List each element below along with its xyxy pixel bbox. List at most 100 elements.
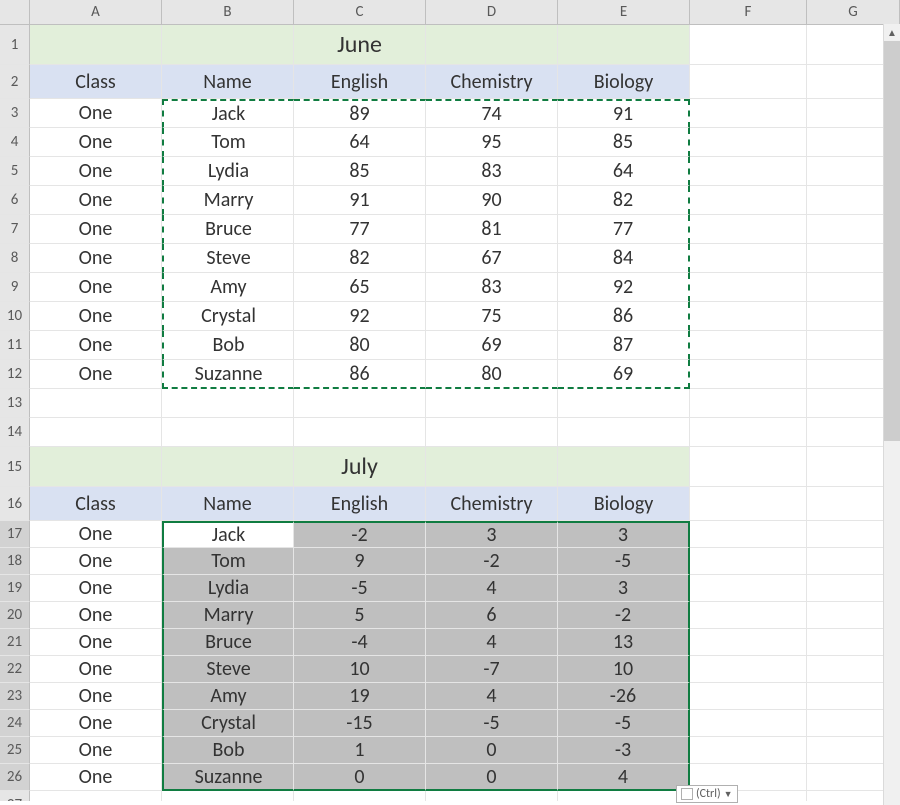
cell-C15-july-title[interactable]: July	[294, 447, 426, 487]
cell-D10[interactable]: 75	[426, 302, 558, 331]
row-header-10[interactable]: 10	[0, 302, 30, 331]
cell-B14[interactable]	[162, 418, 294, 447]
cell-E26[interactable]: 4	[558, 764, 690, 791]
row-header-18[interactable]: 18	[0, 548, 30, 575]
cell-D26[interactable]: 0	[426, 764, 558, 791]
cell-E17[interactable]: 3	[558, 521, 690, 548]
cell-A13[interactable]	[30, 389, 162, 418]
cell-E3[interactable]: 91	[558, 99, 690, 128]
cell-D6[interactable]: 90	[426, 186, 558, 215]
cell-F4[interactable]	[690, 128, 807, 157]
cell-B12[interactable]: Suzanne	[162, 360, 294, 389]
cell-B2[interactable]: Name	[162, 65, 294, 99]
cell-C14[interactable]	[294, 418, 426, 447]
cell-E22[interactable]: 10	[558, 656, 690, 683]
cell-D25[interactable]: 0	[426, 737, 558, 764]
cell-E27[interactable]	[558, 791, 690, 801]
cell-C21[interactable]: -4	[294, 629, 426, 656]
cell-B24[interactable]: Crystal	[162, 710, 294, 737]
col-header-F[interactable]: F	[690, 0, 807, 24]
cell-C22[interactable]: 10	[294, 656, 426, 683]
cell-F12[interactable]	[690, 360, 807, 389]
cell-B8[interactable]: Steve	[162, 244, 294, 273]
cell-C4[interactable]: 64	[294, 128, 426, 157]
row-header-6[interactable]: 6	[0, 186, 30, 215]
cell-F17[interactable]	[690, 521, 807, 548]
scroll-thumb[interactable]	[884, 41, 900, 441]
cell-A26[interactable]: One	[30, 764, 162, 791]
row-header-26[interactable]: 26	[0, 764, 30, 791]
cell-B5[interactable]: Lydia	[162, 157, 294, 186]
cell-A8[interactable]: One	[30, 244, 162, 273]
col-header-A[interactable]: A	[30, 0, 162, 24]
cell-C9[interactable]: 65	[294, 273, 426, 302]
cell-F13[interactable]	[690, 389, 807, 418]
cell-F14[interactable]	[690, 418, 807, 447]
cell-D8[interactable]: 67	[426, 244, 558, 273]
row-header-17[interactable]: 17	[0, 521, 30, 548]
cell-E21[interactable]: 13	[558, 629, 690, 656]
cell-F22[interactable]	[690, 656, 807, 683]
cell-C11[interactable]: 80	[294, 331, 426, 360]
cell-F15[interactable]	[690, 447, 807, 487]
row-header-15[interactable]: 15	[0, 447, 30, 487]
cell-A22[interactable]: One	[30, 656, 162, 683]
cell-A7[interactable]: One	[30, 215, 162, 244]
cell-F16[interactable]	[690, 487, 807, 521]
cell-F7[interactable]	[690, 215, 807, 244]
cell-A24[interactable]: One	[30, 710, 162, 737]
cell-E15[interactable]	[558, 447, 690, 487]
cell-B20[interactable]: Marry	[162, 602, 294, 629]
cell-A18[interactable]: One	[30, 548, 162, 575]
cell-B18[interactable]: Tom	[162, 548, 294, 575]
select-all-corner[interactable]	[0, 0, 30, 24]
cell-C1-june-title[interactable]: June	[294, 25, 426, 65]
cell-E7[interactable]: 77	[558, 215, 690, 244]
cell-A25[interactable]: One	[30, 737, 162, 764]
cell-B26[interactable]: Suzanne	[162, 764, 294, 791]
cell-B23[interactable]: Amy	[162, 683, 294, 710]
cell-A1[interactable]	[30, 25, 162, 65]
row-header-19[interactable]: 19	[0, 575, 30, 602]
row-header-2[interactable]: 2	[0, 65, 30, 99]
cell-D3[interactable]: 74	[426, 99, 558, 128]
cell-F24[interactable]	[690, 710, 807, 737]
cell-B6[interactable]: Marry	[162, 186, 294, 215]
cell-E24[interactable]: -5	[558, 710, 690, 737]
cell-D20[interactable]: 6	[426, 602, 558, 629]
row-header-22[interactable]: 22	[0, 656, 30, 683]
cell-B16[interactable]: Name	[162, 487, 294, 521]
cell-A15[interactable]	[30, 447, 162, 487]
cell-A4[interactable]: One	[30, 128, 162, 157]
cell-C18[interactable]: 9	[294, 548, 426, 575]
cell-B7[interactable]: Bruce	[162, 215, 294, 244]
cell-A10[interactable]: One	[30, 302, 162, 331]
cell-D4[interactable]: 95	[426, 128, 558, 157]
cell-F25[interactable]	[690, 737, 807, 764]
cell-D19[interactable]: 4	[426, 575, 558, 602]
cell-B4[interactable]: Tom	[162, 128, 294, 157]
cell-E2[interactable]: Biology	[558, 65, 690, 99]
scroll-up-button[interactable]: ▲	[884, 24, 900, 41]
cell-A21[interactable]: One	[30, 629, 162, 656]
cell-E18[interactable]: -5	[558, 548, 690, 575]
cell-E12[interactable]: 69	[558, 360, 690, 389]
cell-F18[interactable]	[690, 548, 807, 575]
cell-B11[interactable]: Bob	[162, 331, 294, 360]
cell-C8[interactable]: 82	[294, 244, 426, 273]
cell-D16[interactable]: Chemistry	[426, 487, 558, 521]
cell-B13[interactable]	[162, 389, 294, 418]
cell-C6[interactable]: 91	[294, 186, 426, 215]
cell-E25[interactable]: -3	[558, 737, 690, 764]
cell-C20[interactable]: 5	[294, 602, 426, 629]
cell-B10[interactable]: Crystal	[162, 302, 294, 331]
cell-F21[interactable]	[690, 629, 807, 656]
cell-E13[interactable]	[558, 389, 690, 418]
cell-C26[interactable]: 0	[294, 764, 426, 791]
cell-D14[interactable]	[426, 418, 558, 447]
cell-A17[interactable]: One	[30, 521, 162, 548]
col-header-E[interactable]: E	[558, 0, 690, 24]
cell-F3[interactable]	[690, 99, 807, 128]
row-header-1[interactable]: 1	[0, 25, 30, 65]
col-header-D[interactable]: D	[426, 0, 558, 24]
